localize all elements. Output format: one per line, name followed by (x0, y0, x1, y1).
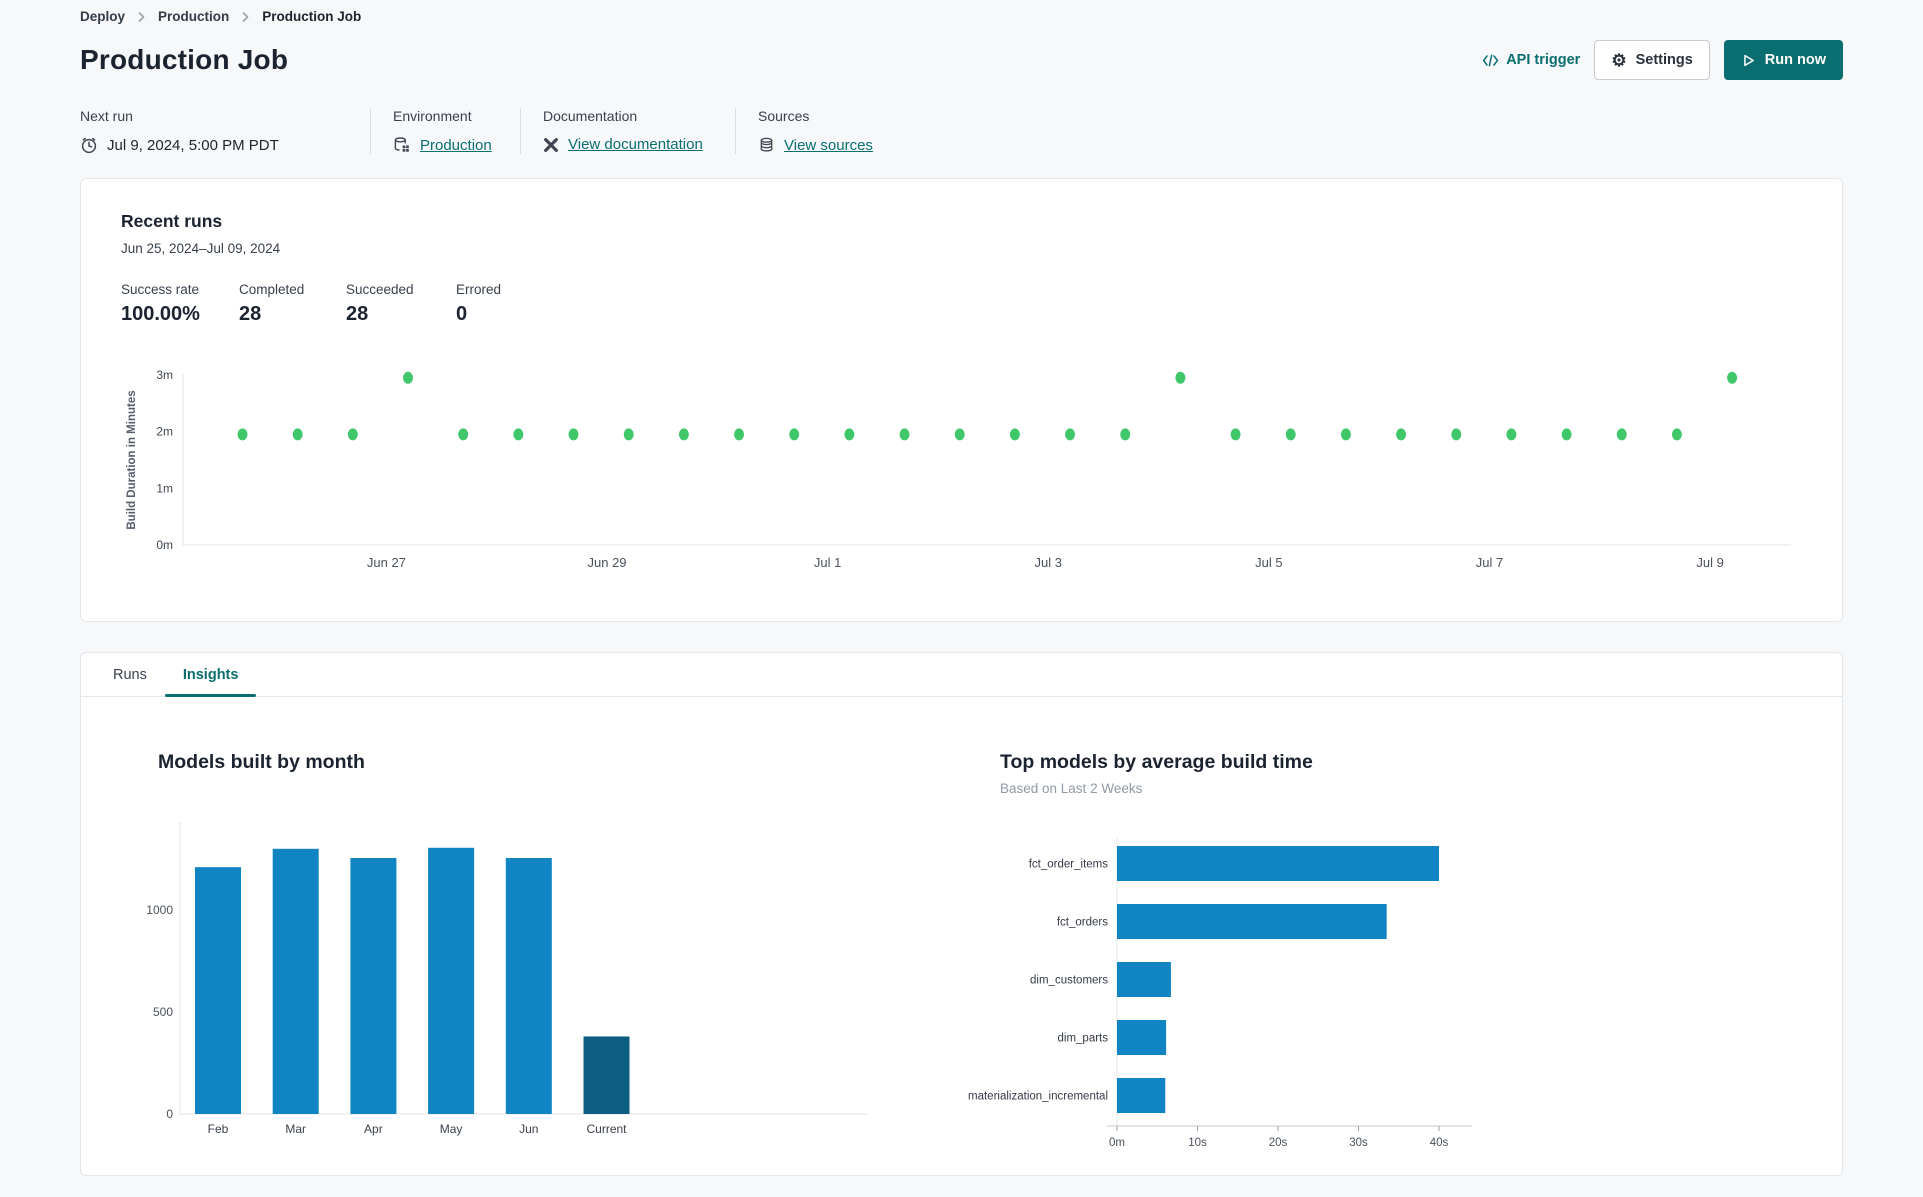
tab-insights[interactable]: Insights (164, 653, 257, 697)
svg-text:Jul 1: Jul 1 (814, 555, 841, 570)
chevron-right-icon (242, 11, 249, 22)
svg-text:fct_order_items: fct_order_items (1029, 859, 1109, 871)
svg-text:Current: Current (586, 1122, 627, 1136)
play-icon (1741, 53, 1756, 68)
recent-runs-date-range: Jun 25, 2024–Jul 09, 2024 (121, 241, 281, 256)
svg-text:dim_customers: dim_customers (1030, 975, 1108, 987)
svg-text:0: 0 (166, 1107, 173, 1121)
chevron-right-icon (138, 11, 145, 22)
runs-insights-card: Runs Insights Models built by month 0 500… (80, 652, 1843, 1176)
environment-link[interactable]: Production (420, 137, 492, 154)
next-run-label: Next run (80, 108, 133, 124)
svg-text:500: 500 (153, 1005, 173, 1019)
meta-next-run: Next run Jul 9, 2024, 5:00 PM PDT (80, 108, 370, 154)
svg-text:10s: 10s (1188, 1137, 1207, 1149)
svg-text:Jul 3: Jul 3 (1035, 555, 1062, 570)
svg-text:May: May (440, 1122, 463, 1136)
svg-text:40s: 40s (1430, 1137, 1449, 1149)
svg-text:materialization_incremental: materialization_incremental (968, 1091, 1108, 1103)
recent-runs-card: Recent runs Jun 25, 2024–Jul 09, 2024 Su… (80, 178, 1843, 622)
recent-runs-stats: Success rate 100.00% Completed 28 Succee… (121, 282, 1802, 326)
models-built-by-month-title: Models built by month (158, 751, 365, 773)
meta-sources: Sources View sources (735, 108, 897, 154)
page: { "colors": { "accent_teal": "#0a6e71", … (0, 0, 1923, 1197)
svg-text:Mar: Mar (285, 1122, 306, 1136)
svg-text:dim_parts: dim_parts (1058, 1033, 1109, 1045)
top-models-block: Top models by average build time Based o… (968, 751, 1600, 1152)
breadcrumb-production[interactable]: Production (158, 9, 229, 24)
svg-text:Jun: Jun (519, 1122, 538, 1136)
stat-succeeded: Succeeded 28 (346, 282, 414, 325)
svg-text:Feb: Feb (208, 1122, 229, 1136)
top-models-subtitle: Based on Last 2 Weeks (1000, 781, 1143, 796)
environment-label: Environment (393, 108, 472, 124)
meta-environment: Environment Production (370, 108, 520, 154)
stat-errored: Errored 0 (456, 282, 502, 325)
svg-text:30s: 30s (1349, 1137, 1368, 1149)
gear-icon: ⚙ (1611, 50, 1627, 70)
run-now-button[interactable]: Run now (1723, 40, 1843, 80)
recent-runs-title: Recent runs (121, 211, 223, 231)
svg-text:1m: 1m (156, 481, 173, 495)
stat-completed: Completed 28 (239, 282, 305, 325)
svg-text:20s: 20s (1269, 1137, 1288, 1149)
svg-text:Jul 7: Jul 7 (1476, 555, 1503, 570)
code-icon (1482, 54, 1499, 67)
tab-runs[interactable]: Runs (95, 653, 165, 696)
build-duration-scatter-chart: Build Duration in Minutes 0m 1m 2m 3m Jun 27 J… (121, 364, 1802, 584)
models-built-by-month-chart: 0 500 1000 Feb Mar Apr May Jun Current (133, 814, 1000, 1146)
next-run-value: Jul 9, 2024, 5:00 PM PDT (107, 136, 279, 154)
models-built-by-month-block: Models built by month 0 500 1000 Feb Mar Apr M… (146, 751, 1000, 1152)
dbt-logo-icon (543, 137, 559, 153)
stat-success-rate: Success rate 100.00% (121, 282, 200, 325)
svg-text:Apr: Apr (364, 1122, 383, 1136)
environment-icon (393, 136, 411, 154)
breadcrumb: Deploy Production Production Job (80, 0, 1843, 24)
view-sources-link[interactable]: View sources (784, 137, 873, 154)
svg-text:Build Duration in Minutes: Build Duration in Minutes (126, 390, 138, 529)
svg-text:fct_orders: fct_orders (1057, 917, 1108, 929)
svg-text:0m: 0m (156, 538, 173, 552)
documentation-label: Documentation (543, 108, 638, 124)
title-row: Production Job API trigger ⚙ Settings Ru… (80, 40, 1843, 80)
database-icon (758, 136, 775, 154)
header-actions: API trigger ⚙ Settings Run now (1482, 40, 1843, 80)
api-trigger-label: API trigger (1506, 52, 1581, 68)
run-now-label: Run now (1764, 52, 1826, 68)
svg-text:Jun 29: Jun 29 (588, 555, 627, 570)
view-documentation-link[interactable]: View documentation (568, 136, 703, 153)
svg-text:Jun 27: Jun 27 (367, 555, 406, 570)
tab-bar: Runs Insights (81, 653, 1842, 697)
api-trigger-link[interactable]: API trigger (1482, 52, 1580, 68)
svg-text:2m: 2m (156, 425, 173, 439)
meta-documentation: Documentation View documentation (520, 108, 735, 154)
top-models-chart: 0m 10s 20s 30s 40s fct_order_items fct_ordersd… (960, 838, 1600, 1152)
svg-text:1000: 1000 (146, 903, 173, 917)
settings-label: Settings (1635, 52, 1693, 68)
page-title: Production Job (80, 44, 289, 75)
sources-label: Sources (758, 108, 810, 124)
svg-text:Jul 5: Jul 5 (1255, 555, 1282, 570)
breadcrumb-deploy[interactable]: Deploy (80, 9, 125, 24)
settings-button[interactable]: ⚙ Settings (1594, 40, 1710, 80)
job-meta-row: Next run Jul 9, 2024, 5:00 PM PDT Enviro… (80, 108, 1843, 154)
clock-icon (80, 136, 98, 154)
breadcrumb-current: Production Job (262, 9, 362, 24)
main-container: Deploy Production Production Job Product… (0, 0, 1923, 1176)
svg-text:0m: 0m (1109, 1137, 1125, 1149)
insights-tab-content: Models built by month 0 500 1000 Feb Mar Apr M… (81, 697, 1842, 1152)
svg-text:Jul 9: Jul 9 (1696, 555, 1723, 570)
svg-text:3m: 3m (156, 368, 173, 382)
top-models-title: Top models by average build time (1000, 751, 1313, 773)
